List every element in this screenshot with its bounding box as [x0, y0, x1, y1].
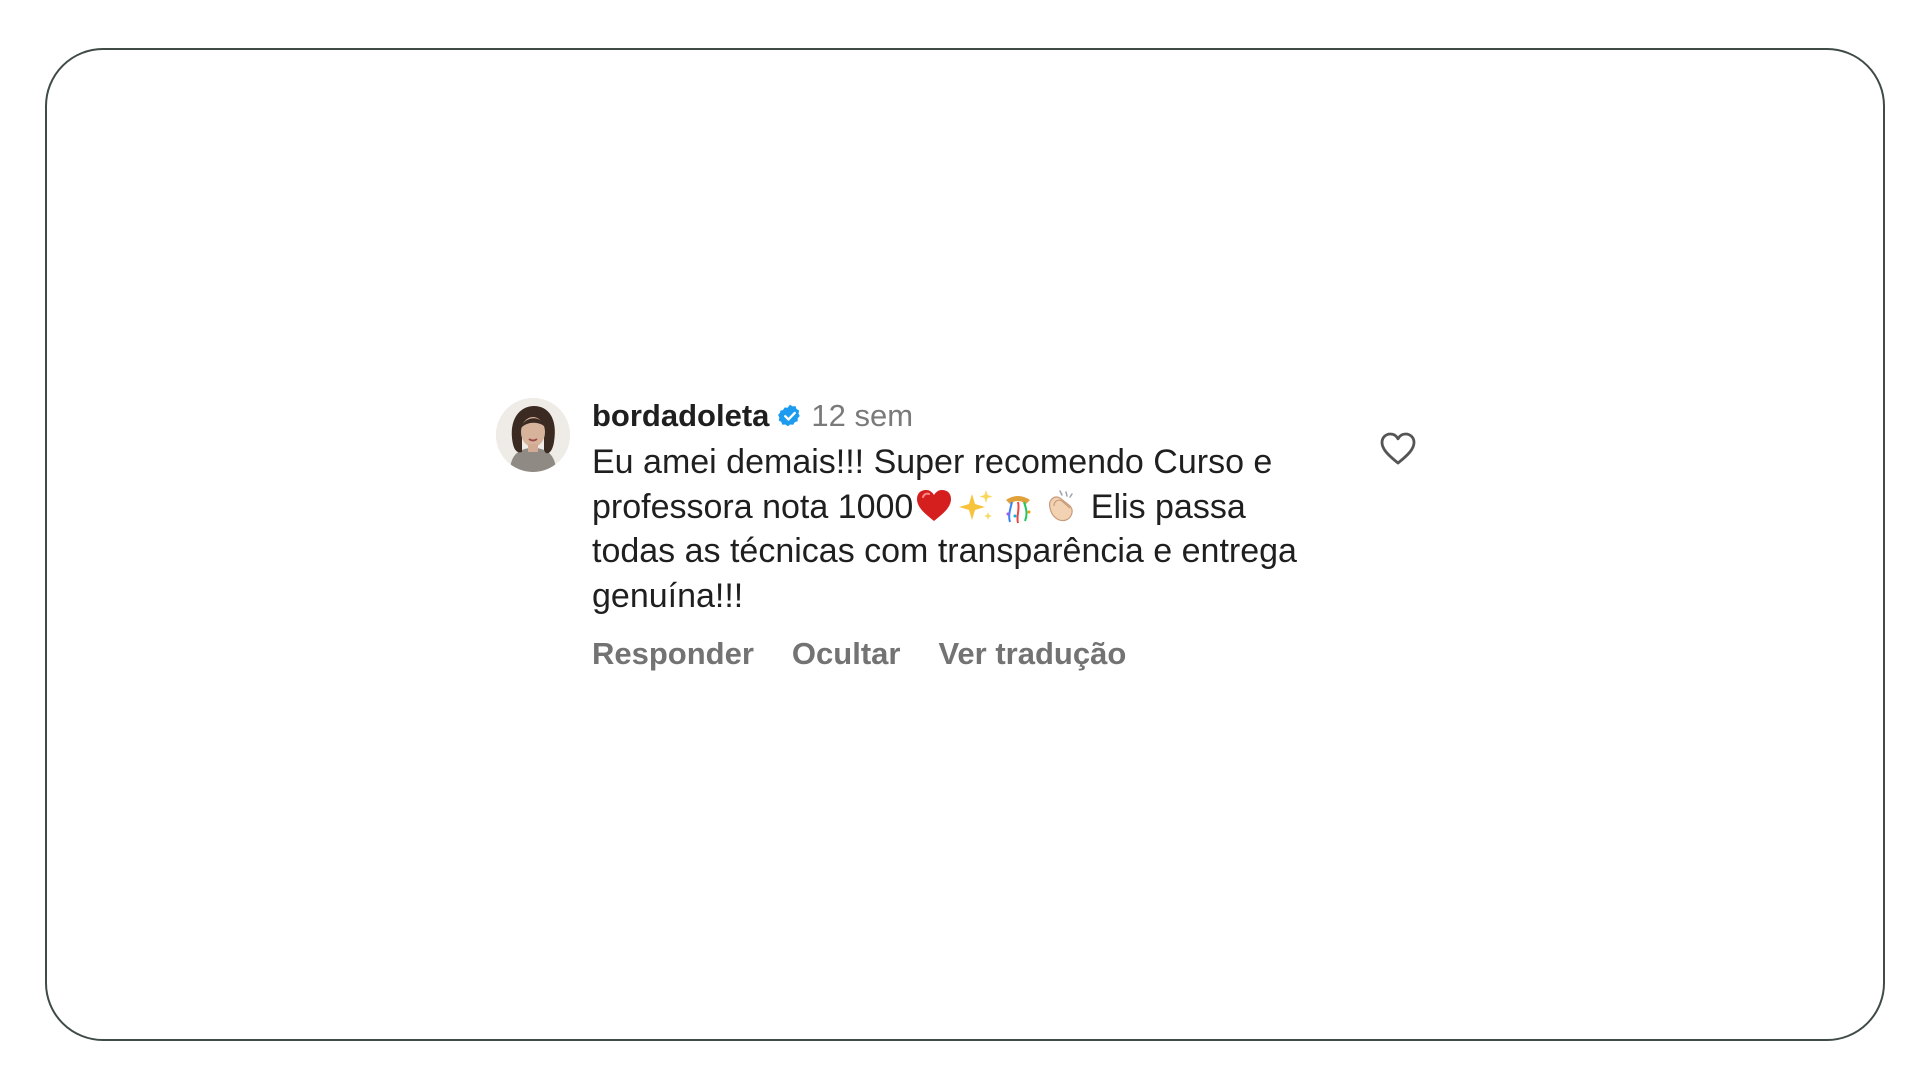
comment-actions: Responder Ocultar Ver tradução — [592, 636, 1332, 672]
verified-badge-icon — [777, 403, 803, 429]
timestamp: 12 sem — [811, 398, 914, 433]
hide-button[interactable]: Ocultar — [792, 636, 901, 672]
comment-body: bordadoleta 12 sem Eu amei demais!!! Sup… — [592, 398, 1332, 672]
avatar-image — [496, 398, 570, 472]
confetti-ball-emoji-icon — [998, 486, 1038, 526]
comment-header: bordadoleta 12 sem — [592, 398, 1332, 434]
clapping-hands-emoji-icon — [1040, 486, 1080, 526]
reply-button[interactable]: Responder — [592, 636, 754, 672]
sparkles-emoji-icon — [956, 486, 996, 526]
comment-text: Eu amei demais!!! Super recomendo Curso … — [592, 440, 1332, 618]
avatar[interactable] — [496, 398, 570, 472]
heart-emoji-icon — [914, 486, 954, 526]
translate-button[interactable]: Ver tradução — [938, 636, 1126, 672]
heart-outline-icon[interactable] — [1378, 430, 1418, 468]
username[interactable]: bordadoleta — [592, 398, 769, 434]
